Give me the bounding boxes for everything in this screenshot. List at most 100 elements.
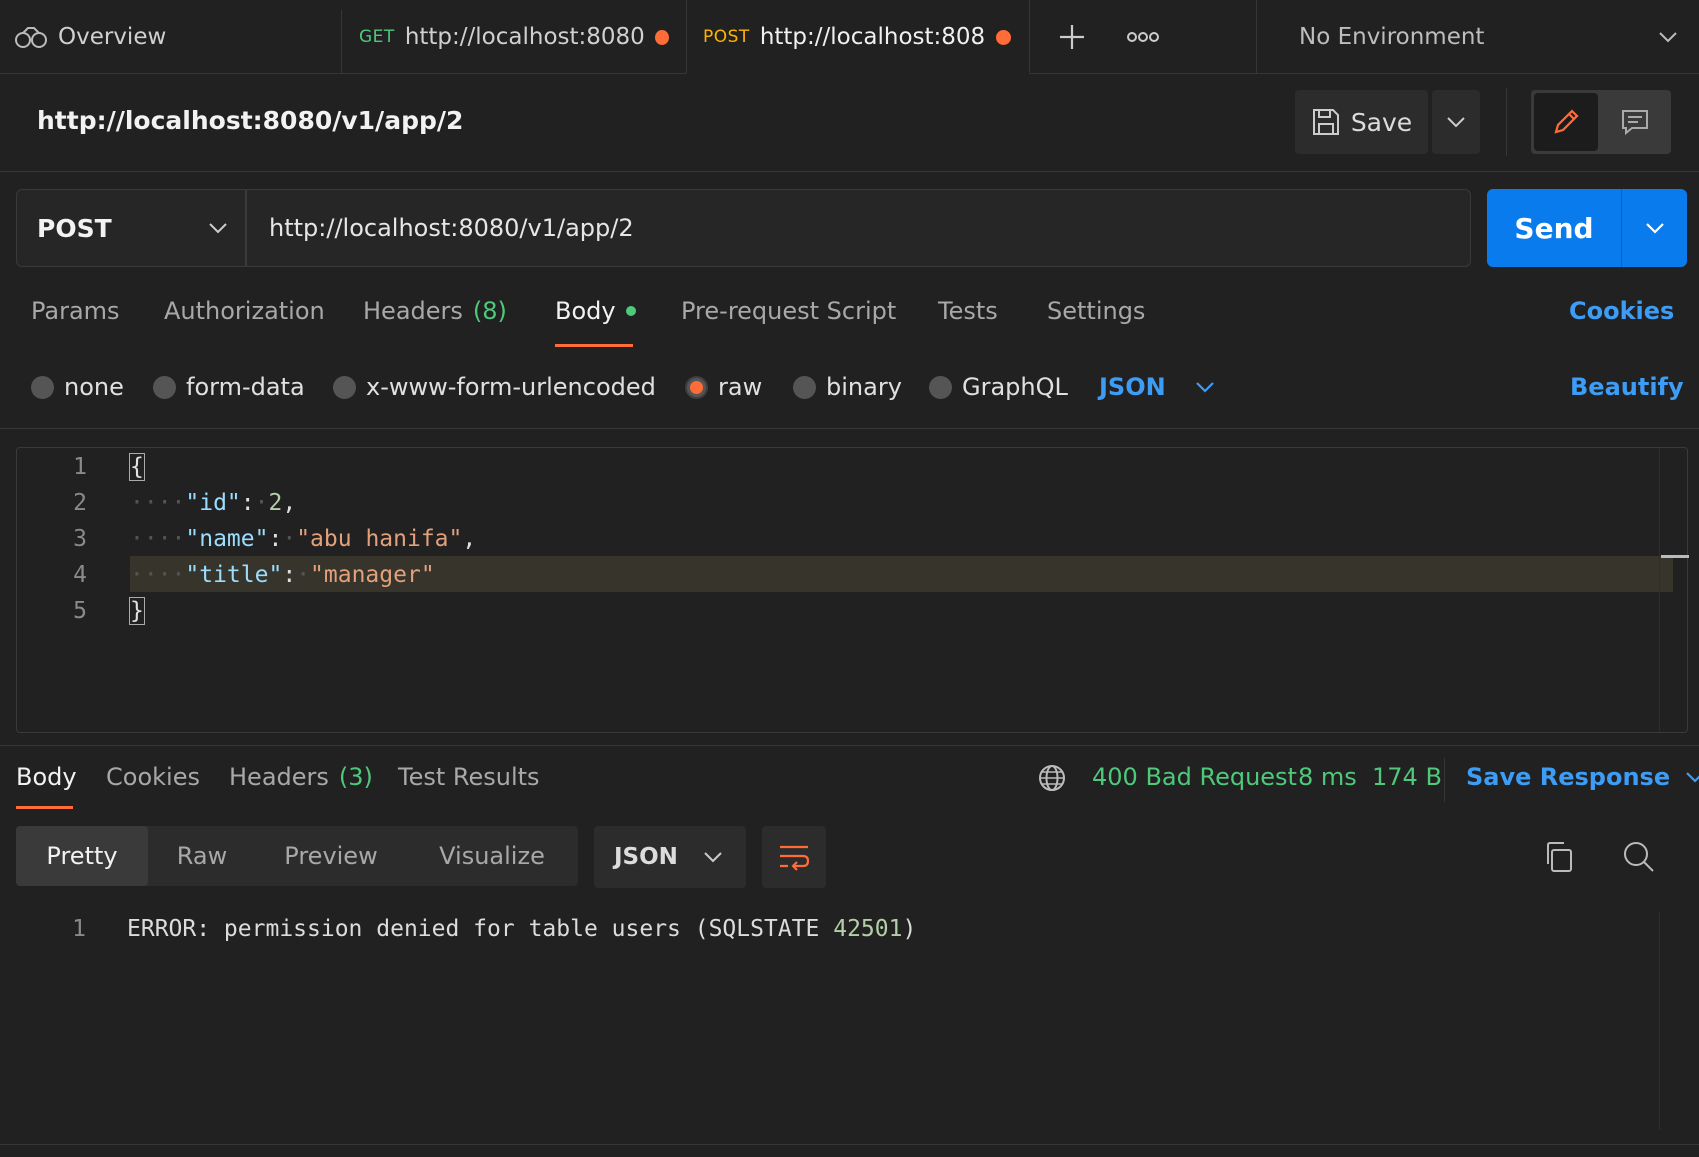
body-format-select[interactable]: JSON (1099, 373, 1216, 401)
radio-binary-label: binary (826, 373, 902, 401)
tab-tests[interactable]: Tests (938, 297, 998, 325)
chevron-down-icon (1645, 223, 1664, 234)
line-number: 3 (73, 526, 87, 552)
tab-post-request[interactable]: POST http://localhost:8080/ (703, 0, 1023, 74)
json-key: "name" (185, 526, 269, 552)
more-icon (1127, 32, 1159, 42)
response-divider[interactable] (0, 745, 1699, 746)
view-raw[interactable]: Raw (148, 826, 256, 886)
response-body-text[interactable]: ERROR: permission denied for table users… (127, 916, 916, 942)
environment-selector[interactable]: No Environment (1256, 0, 1699, 74)
view-preview[interactable]: Preview (256, 826, 406, 886)
network-info-button[interactable] (1037, 763, 1067, 793)
view-pretty[interactable]: Pretty (16, 826, 148, 886)
response-tab-headers[interactable]: Headers (3) (229, 763, 373, 791)
tab-overview[interactable]: Overview (14, 0, 334, 74)
copy-button[interactable] (1543, 840, 1575, 874)
json-key: "id" (185, 490, 241, 516)
radio-binary[interactable]: binary (793, 373, 902, 401)
sqlstate-code: 42501 (833, 916, 903, 942)
chevron-down-icon (209, 223, 227, 234)
radio-none-label: none (64, 373, 124, 401)
save-icon (1312, 109, 1339, 135)
tab-bar: Overview GET http://localhost:8080/v POS… (0, 0, 1699, 74)
line-number: 2 (73, 490, 87, 516)
response-size[interactable]: 174 B (1372, 763, 1442, 791)
radio-form-data-label: form-data (186, 373, 305, 401)
method-select[interactable]: POST (16, 189, 246, 267)
request-body-editor[interactable]: 1 2 3 4 5 { ····"id":·2, ····"name":·"ab… (16, 447, 1689, 733)
environment-label: No Environment (1299, 24, 1485, 50)
unsaved-dot (655, 29, 669, 45)
tab-method-post: POST (703, 27, 750, 47)
view-mode-toggle (1531, 90, 1671, 154)
tab-get-request[interactable]: GET http://localhost:8080/v (359, 0, 669, 74)
save-button[interactable]: Save (1295, 90, 1428, 154)
response-view-selector: Pretty Raw Preview Visualize (16, 826, 578, 886)
json-value: 2 (268, 490, 283, 516)
comments-button[interactable] (1603, 93, 1667, 151)
response-headers-label: Headers (229, 763, 329, 791)
url-input[interactable]: http://localhost:8080/v1/app/2 (246, 189, 1471, 267)
tab-body[interactable]: Body (555, 297, 636, 325)
code-line: ····"name":·"abu hanifa", (130, 526, 477, 552)
chevron-down-icon (1686, 772, 1699, 783)
radio-form-data[interactable]: form-data (153, 373, 305, 401)
save-response-button[interactable]: Save Response (1466, 763, 1699, 791)
more-tabs-button[interactable] (1126, 24, 1160, 50)
plus-icon (1060, 25, 1084, 49)
new-tab-button[interactable] (1055, 20, 1089, 54)
radio-none[interactable]: none (31, 373, 124, 401)
edit-mode-button[interactable] (1534, 93, 1598, 151)
save-options-button[interactable] (1432, 90, 1480, 154)
response-tab-body[interactable]: Body (16, 763, 77, 791)
brace-close: } (129, 597, 145, 625)
code-line: { (129, 453, 145, 481)
radio-raw[interactable]: raw (685, 373, 762, 401)
radio-graphql[interactable]: GraphQL (929, 373, 1068, 401)
response-format-select[interactable]: JSON (594, 826, 746, 888)
view-visualize[interactable]: Visualize (406, 826, 578, 886)
tab-settings[interactable]: Settings (1047, 297, 1145, 325)
tab-url: http://localhost:8080/v (404, 24, 646, 50)
tab-url: http://localhost:8080/ (759, 24, 986, 50)
scrollbar-marker (1661, 555, 1689, 558)
tab-params[interactable]: Params (31, 297, 120, 325)
tab-prerequest-script[interactable]: Pre-request Script (681, 297, 896, 325)
globe-icon (1039, 765, 1065, 791)
status-code[interactable]: 400 Bad Request (1092, 763, 1297, 791)
chevron-down-icon (1659, 32, 1677, 43)
radio-circle-selected (685, 375, 708, 399)
code-line: ····"id":·2, (130, 490, 297, 516)
send-button[interactable]: Send (1487, 189, 1621, 267)
json-value: "abu hanifa" (296, 526, 463, 552)
wrap-lines-button[interactable] (762, 826, 826, 888)
response-tab-cookies[interactable]: Cookies (106, 763, 200, 791)
search-button[interactable] (1622, 840, 1656, 874)
request-title[interactable]: http://localhost:8080/v1/app/2 (37, 106, 463, 135)
response-error-suffix: ) (902, 916, 917, 942)
response-time[interactable]: 8 ms (1298, 763, 1357, 791)
method-label: POST (37, 213, 112, 243)
radio-circle (31, 375, 54, 399)
response-scroll-gutter (1659, 912, 1660, 1130)
chevron-down-icon (704, 852, 722, 863)
response-tab-test-results[interactable]: Test Results (398, 763, 540, 791)
tab-headers[interactable]: Headers (8) (363, 297, 507, 325)
tab-authorization[interactable]: Authorization (164, 297, 325, 325)
headers-count: (8) (472, 297, 507, 325)
radio-circle (153, 375, 176, 399)
chevron-down-icon (1447, 117, 1465, 128)
line-number: 4 (73, 562, 87, 588)
tab-headers-label: Headers (363, 297, 463, 325)
beautify-link[interactable]: Beautify (1570, 373, 1684, 401)
radio-urlencoded[interactable]: x-www-form-urlencoded (333, 373, 656, 401)
overview-icon (15, 27, 47, 48)
send-options-button[interactable] (1622, 189, 1687, 267)
chevron-down-icon (1195, 382, 1214, 393)
json-key: "title" (185, 562, 283, 588)
body-format-label: JSON (1099, 373, 1166, 401)
copy-icon (1547, 842, 1572, 872)
body-indicator-dot (625, 306, 636, 316)
cookies-link[interactable]: Cookies (1569, 297, 1674, 325)
